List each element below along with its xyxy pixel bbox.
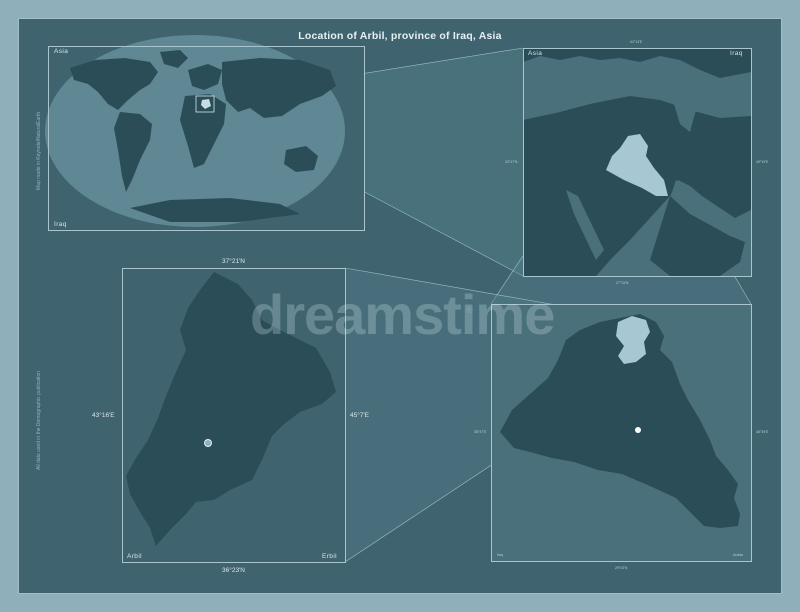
region-right-coord: 49°19'E xyxy=(756,160,769,164)
watermark-mark: ® xyxy=(466,305,473,315)
region-top-left-label: Asia xyxy=(528,50,543,57)
region-top-coord: 44°13'E xyxy=(630,40,643,44)
world-side-note: Map made in Keynote/NaturalEarth xyxy=(36,111,42,190)
region-left-coord: 33°47'N xyxy=(505,160,518,164)
arbil-side-note: All data used in the Demographic publica… xyxy=(36,371,42,470)
arbil-right-coord: 45°7'E xyxy=(350,412,370,419)
region-panel xyxy=(523,48,752,277)
world-panel xyxy=(48,46,365,231)
arbil-bottom-right-label: Erbil xyxy=(322,553,338,560)
map-title: Location of Arbil, province of Iraq, Asi… xyxy=(298,30,502,42)
region-top-right-label: Iraq xyxy=(730,50,743,57)
arbil-left-coord: 43°16'E xyxy=(92,412,115,419)
iraq-right-coord: 48°39'E xyxy=(756,430,769,434)
arbil-bottom-left-label: Arbil xyxy=(127,553,143,560)
iraq-left-coord: 38°47'E xyxy=(474,430,487,434)
world-bottom-label: Iraq xyxy=(54,221,67,228)
arbil-top-coord: 37°21'N xyxy=(222,258,245,265)
region-bottom-coord: 27°15'N xyxy=(616,281,629,285)
arbil-bottom-coord: 36°23'N xyxy=(222,567,245,574)
iraq-bottom-right-label: Arabia xyxy=(733,553,744,557)
iraq-bottom-left-label: Iraq xyxy=(497,553,504,557)
iraq-bottom-coord: 29°03'N xyxy=(615,566,628,570)
world-top-label: Asia xyxy=(54,48,69,55)
watermark-text: dreamstime xyxy=(250,283,555,346)
